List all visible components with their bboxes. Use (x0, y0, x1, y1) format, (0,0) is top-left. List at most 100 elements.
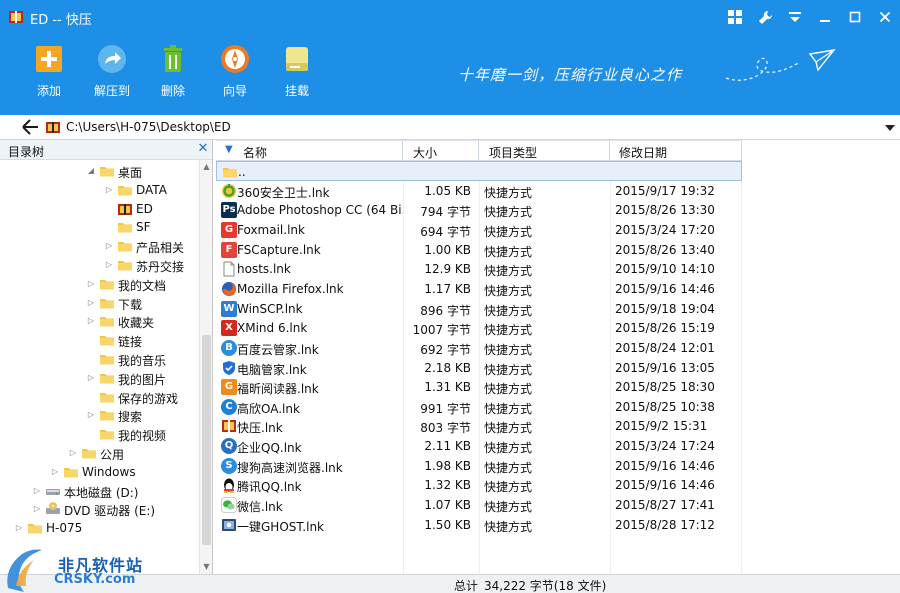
layout-grid-icon[interactable] (727, 9, 743, 25)
tree-item[interactable]: ▷ Windows (50, 463, 199, 481)
tree-collapsed-icon[interactable]: ▷ (86, 373, 96, 383)
file-date: 2015/9/18 19:04 (615, 301, 715, 316)
capture-icon: F (221, 241, 237, 258)
tree-expanded-icon[interactable]: ◢ (86, 166, 96, 176)
tree-item[interactable]: ▷ 本地磁盘 (D:) (32, 482, 199, 500)
column-type[interactable]: 项目类型 (479, 141, 610, 161)
file-row[interactable]: G Foxmail.lnk 694 字节 快捷方式 2015/3/24 17:20 (216, 220, 742, 240)
file-size: 2.11 KB (424, 439, 471, 454)
tree-collapsed-icon[interactable]: ▷ (86, 279, 96, 289)
menu-dropdown-icon[interactable] (787, 9, 803, 25)
file-row[interactable]: 电脑管家.lnk 2.18 KB 快捷方式 2015/9/16 13:05 (216, 358, 742, 378)
file-row[interactable]: 快压.lnk 803 字节 快捷方式 2015/9/2 15:31 (216, 416, 742, 436)
tree-item[interactable]: SF (104, 218, 199, 236)
tree-collapsed-icon[interactable]: ▷ (104, 260, 114, 270)
folder-icon (118, 185, 132, 196)
file-size: 1.98 KB (424, 458, 471, 473)
tree-collapsed-icon[interactable]: ▷ (14, 523, 24, 533)
file-row[interactable]: S 搜狗高速浏览器.lnk 1.98 KB 快捷方式 2015/9/16 14:46 (216, 456, 742, 476)
tree-item-label: 桌面 (118, 166, 143, 180)
file-row[interactable]: 腾讯QQ.lnk 1.32 KB 快捷方式 2015/9/16 14:46 (216, 475, 742, 495)
scroll-down-icon[interactable]: ▼ (202, 562, 211, 572)
column-size-label: 大小 (413, 146, 438, 160)
file-row[interactable]: Mozilla Firefox.lnk 1.17 KB 快捷方式 2015/9/16 … (216, 279, 742, 299)
parent-folder-row[interactable]: .. (216, 161, 742, 181)
tree-item[interactable]: 链接 (86, 331, 199, 349)
file-row[interactable]: 一键GHOST.lnk 1.50 KB 快捷方式 2015/8/28 17:12 (216, 515, 742, 535)
file-date: 2015/8/27 17:41 (615, 498, 715, 513)
tree-collapsed-icon[interactable]: ▷ (32, 486, 42, 496)
tree-item[interactable]: ▷ 苏丹交接 (104, 256, 199, 274)
tree-close-icon[interactable]: ✕ (196, 142, 210, 156)
tree-collapsed-icon[interactable]: ▷ (50, 467, 60, 477)
column-date[interactable]: 修改日期 (610, 141, 742, 161)
tree-item[interactable]: ▷ 我的文档 (86, 275, 199, 293)
tree-collapsed-icon[interactable]: ▷ (86, 410, 96, 420)
tree-collapsed-icon[interactable]: ▷ (68, 448, 78, 458)
file-row[interactable]: B 百度云管家.lnk 692 字节 快捷方式 2015/8/24 12:01 (216, 338, 742, 358)
file-row[interactable]: hosts.lnk 12.9 KB 快捷方式 2015/9/10 14:10 (216, 259, 742, 279)
tree-item[interactable]: ED (104, 200, 199, 218)
tree-item[interactable]: ▷ 搜索 (86, 406, 199, 424)
tree-item[interactable]: ◢ 桌面 (86, 162, 199, 180)
close-icon[interactable] (877, 9, 893, 25)
address-bar: C:\Users\H-075\Desktop\ED (0, 115, 900, 140)
file-row[interactable]: C 高欣OA.lnk 991 字节 快捷方式 2015/8/25 10:38 (216, 397, 742, 417)
chevron-down-icon[interactable] (884, 122, 896, 134)
column-name[interactable]: ▼ 名称 (216, 141, 403, 161)
shield-icon (221, 360, 237, 376)
tree-item[interactable]: 我的视频 (86, 425, 199, 443)
delete-label: 删除 (160, 84, 185, 98)
file-row[interactable]: Ps Adobe Photoshop CC (64 Bi... 794 字节 快捷方式… (216, 200, 742, 220)
minimize-icon[interactable] (817, 9, 833, 25)
wizard-button[interactable]: 向导 (210, 44, 260, 100)
file-row[interactable]: W WinSCP.lnk 896 字节 快捷方式 2015/9/18 19:04 (216, 299, 742, 319)
tree-collapsed-icon[interactable]: ▷ (86, 298, 96, 308)
file-date: 2015/8/28 17:12 (615, 517, 715, 532)
mount-label: 挂载 (284, 84, 309, 98)
tree-collapsed-icon[interactable]: ▷ (32, 504, 42, 514)
tree-item[interactable]: ▷ 产品相关 (104, 237, 199, 255)
tree-collapsed-icon[interactable]: ▷ (86, 316, 96, 326)
tree-item[interactable]: 保存的游戏 (86, 388, 199, 406)
maximize-icon[interactable] (847, 9, 863, 25)
tree-item[interactable]: ▷ H-075 (14, 519, 199, 537)
file-type: 快捷方式 (484, 244, 533, 259)
slogan-text: 十年磨一剑，压缩行业良心之作 (458, 66, 683, 84)
add-button[interactable]: 添加 (24, 44, 74, 100)
scroll-up-icon[interactable]: ▲ (202, 162, 211, 172)
wrench-icon[interactable] (757, 9, 773, 25)
tree-item-label: 我的图片 (118, 372, 167, 387)
tree-collapsed-icon[interactable]: ▷ (104, 241, 114, 251)
file-row[interactable]: Q 企业QQ.lnk 2.11 KB 快捷方式 2015/3/24 17:24 (216, 436, 742, 456)
file-date: 2015/8/25 18:30 (615, 380, 715, 395)
tree-item[interactable]: 我的音乐 (86, 350, 199, 368)
tree-item[interactable]: ▷ 我的图片 (86, 369, 199, 387)
tree-item[interactable]: ▷ DATA (104, 181, 199, 199)
address-path[interactable]: C:\Users\H-075\Desktop\ED (66, 120, 231, 134)
file-row[interactable]: 微信.lnk 1.07 KB 快捷方式 2015/8/27 17:41 (216, 495, 742, 515)
file-row[interactable]: 360安全卫士.lnk 1.05 KB 快捷方式 2015/9/17 19:32 (216, 181, 742, 201)
extract-to-button[interactable]: 解压到 (87, 44, 137, 100)
file-row[interactable]: F FSCapture.lnk 1.00 KB 快捷方式 2015/8/26 13:40 (216, 240, 742, 260)
tree-scroll-thumb[interactable] (202, 335, 211, 545)
tree-item[interactable]: ▷ DVD 驱动器 (E:) (32, 500, 199, 518)
tree-item[interactable]: ▷ 下载 (86, 294, 199, 312)
tree-item[interactable]: ▷ 收藏夹 (86, 312, 199, 330)
file-type: 快捷方式 (484, 401, 533, 416)
file-name: WinSCP.lnk (237, 301, 303, 316)
file-row[interactable]: X XMind 6.lnk 1007 字节 快捷方式 2015/8/26 15:19 (216, 318, 742, 338)
tree-item[interactable]: ▷ 公用 (68, 444, 199, 462)
tree-scrollbar[interactable]: ▲ ▼ (199, 160, 212, 574)
delete-button[interactable]: 删除 (148, 44, 198, 100)
column-size[interactable]: 大小 (403, 141, 479, 161)
back-arrow-icon[interactable] (20, 118, 40, 136)
status-total-value: 34,222 字节(18 文件) (484, 579, 607, 593)
file-row[interactable]: G 福昕阅读器.lnk 1.31 KB 快捷方式 2015/8/25 18:30 (216, 377, 742, 397)
qq-penguin-icon (221, 477, 237, 494)
tree-item-label: 我的视频 (118, 429, 167, 444)
mount-button[interactable]: 挂载 (272, 44, 322, 100)
tree-collapsed-icon[interactable]: ▷ (104, 185, 114, 195)
